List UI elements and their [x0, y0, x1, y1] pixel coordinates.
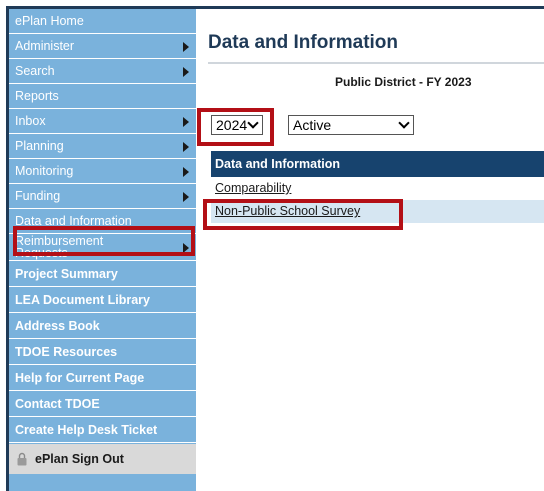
- sidebar-item-inbox[interactable]: Inbox: [9, 109, 196, 134]
- sidebar-item-label: Data and Information: [15, 214, 132, 228]
- sidebar-item-lea-document-library[interactable]: LEA Document Library: [9, 287, 196, 313]
- chevron-right-icon: [183, 192, 189, 202]
- sidebar-item-tdoe-resources[interactable]: TDOE Resources: [9, 339, 196, 365]
- comparability-link[interactable]: Comparability: [215, 181, 291, 195]
- sidebar-item-project-summary[interactable]: Project Summary: [9, 261, 196, 287]
- sidebar-item-sign-out[interactable]: ePlan Sign Out: [9, 444, 196, 474]
- sidebar-item-monitoring[interactable]: Monitoring: [9, 159, 196, 184]
- table-header: Data and Information: [211, 151, 544, 177]
- sidebar-item-data-and-information[interactable]: Data and Information: [9, 209, 196, 234]
- year-select-value: 2024: [216, 117, 248, 133]
- chevron-down-icon: [398, 117, 410, 129]
- title-divider: [208, 62, 544, 64]
- sidebar-item-label-line2: Requests: [15, 246, 68, 260]
- sidebar-item-help-for-current-page[interactable]: Help for Current Page: [9, 365, 196, 391]
- sidebar-item-label: Administer: [15, 39, 75, 53]
- status-select[interactable]: Active: [288, 115, 414, 135]
- sidebar-item-label: Planning: [15, 139, 64, 153]
- sidebar-item-label: Reports: [15, 89, 59, 103]
- district-label: Public District - FY 2023: [335, 75, 472, 89]
- status-select-value: Active: [293, 117, 332, 133]
- chevron-right-icon: [183, 243, 189, 253]
- sidebar-item-label: ePlan Home: [15, 14, 84, 28]
- page-title: Data and Information: [208, 32, 399, 53]
- sidebar-item-label: Search: [15, 64, 55, 78]
- chevron-right-icon: [183, 67, 189, 77]
- chevron-right-icon: [183, 167, 189, 177]
- chevron-down-icon: [247, 117, 259, 129]
- sidebar-item-reimbursement-requests[interactable]: Reimbursement Requests: [9, 234, 196, 261]
- sidebar-item-search[interactable]: Search: [9, 59, 196, 84]
- sidebar-item-label: Contact TDOE: [15, 397, 100, 411]
- sidebar-item-label: LEA Document Library: [15, 293, 150, 307]
- chevron-right-icon: [183, 142, 189, 152]
- sidebar-item-administer[interactable]: Administer: [9, 34, 196, 59]
- sidebar-item-reports[interactable]: Reports: [9, 84, 196, 109]
- non-public-school-survey-link[interactable]: Non-Public School Survey: [215, 204, 360, 218]
- year-select[interactable]: 2024: [211, 115, 263, 135]
- sidebar-item-create-help-desk-ticket[interactable]: Create Help Desk Ticket: [9, 417, 196, 443]
- sidebar-item-label: Address Book: [15, 319, 100, 333]
- sidebar-item-address-book[interactable]: Address Book: [9, 313, 196, 339]
- sidebar-item-label: Inbox: [15, 114, 46, 128]
- chevron-right-icon: [183, 42, 189, 52]
- lock-icon: [17, 452, 27, 466]
- sidebar-item-planning[interactable]: Planning: [9, 134, 196, 159]
- table-row: Non-Public School Survey: [211, 200, 544, 223]
- sidebar-nav: ePlan Home Administer Search Reports Inb…: [9, 9, 196, 491]
- sidebar-item-contact-tdoe[interactable]: Contact TDOE: [9, 391, 196, 417]
- sidebar-item-label: TDOE Resources: [15, 345, 118, 359]
- table-row: Comparability: [211, 177, 544, 200]
- sidebar-item-label: Help for Current Page: [15, 371, 145, 385]
- sidebar-item-label: Funding: [15, 189, 61, 203]
- app-frame: ePlan Home Administer Search Reports Inb…: [6, 6, 544, 491]
- sidebar-item-label: ePlan Sign Out: [35, 452, 124, 466]
- chevron-right-icon: [183, 117, 189, 127]
- sidebar-item-funding[interactable]: Funding: [9, 184, 196, 209]
- sidebar-item-label: Create Help Desk Ticket: [15, 423, 158, 437]
- sidebar-item-label: Monitoring: [15, 164, 74, 178]
- main-content: Data and Information Public District - F…: [197, 9, 544, 491]
- sidebar-item-label: Project Summary: [15, 267, 118, 281]
- sidebar-item-eplan-home[interactable]: ePlan Home: [9, 9, 196, 34]
